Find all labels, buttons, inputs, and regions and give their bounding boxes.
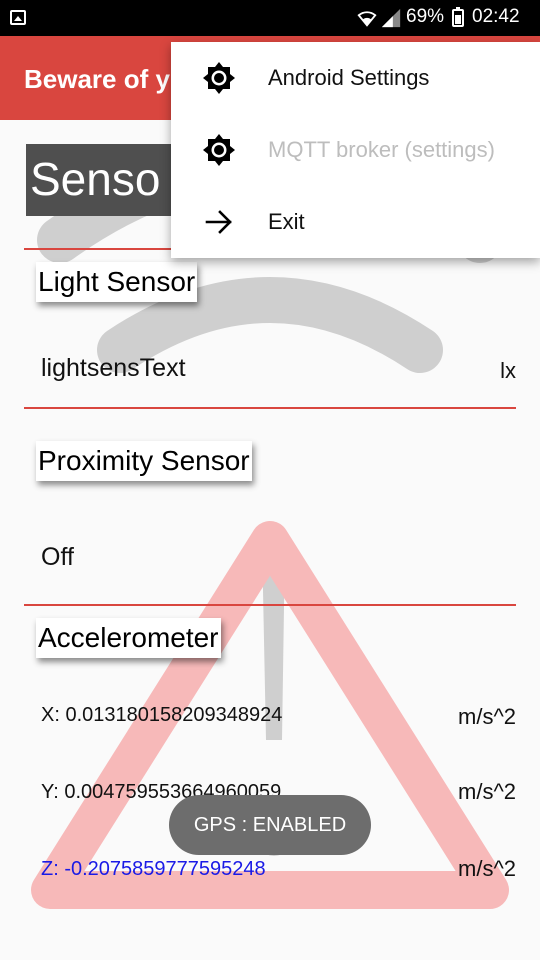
light-sensor-unit: lx — [500, 358, 516, 383]
clock: 02:42 — [472, 6, 520, 27]
menu-item-exit[interactable]: Exit — [171, 186, 540, 258]
menu-item-mqtt-broker-settings[interactable]: MQTT broker (settings) — [171, 114, 540, 186]
light-sensor-heading: Light Sensor — [36, 262, 198, 302]
proximity-sensor-heading: Proximity Sensor — [36, 441, 252, 481]
battery-percent: 69% — [406, 6, 445, 27]
accelerometer-y-unit: m/s^2 — [458, 779, 516, 804]
gps-status-toast: GPS : ENABLED — [169, 795, 371, 855]
arrow-right-icon — [205, 210, 232, 234]
menu-item-label: MQTT broker (settings) — [268, 137, 495, 162]
accelerometer-heading: Accelerometer — [36, 618, 221, 658]
menu-item-label: Exit — [268, 209, 305, 234]
proximity-sensor-value: Off — [41, 543, 74, 571]
divider — [24, 407, 516, 409]
overflow-menu: Android Settings MQTT broker (settings) … — [171, 42, 540, 258]
accelerometer-z-value: Z: -0.2075859777595248 — [41, 858, 266, 880]
menu-item-label: Android Settings — [268, 65, 430, 90]
app-title: Beware of y — [24, 64, 170, 94]
signal-icon — [381, 8, 401, 28]
light-sensor-value: lightsensText — [41, 354, 186, 382]
gallery-icon — [10, 10, 26, 25]
menu-item-android-settings[interactable]: Android Settings — [171, 42, 540, 114]
accelerometer-x-value: X: 0.013180158209348924 — [41, 704, 283, 726]
status-bar: 69% 02:42 — [0, 0, 540, 36]
wifi-icon — [357, 11, 377, 27]
battery-icon — [452, 7, 464, 27]
divider — [24, 604, 516, 606]
accelerometer-x-unit: m/s^2 — [458, 704, 516, 729]
brightness-icon — [203, 134, 235, 166]
accelerometer-z-unit: m/s^2 — [458, 856, 516, 881]
brightness-icon — [203, 62, 235, 94]
